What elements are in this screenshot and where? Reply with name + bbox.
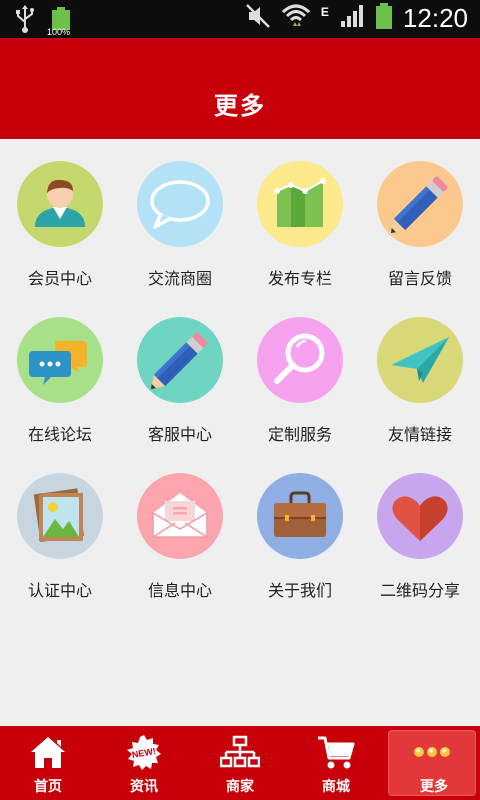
grid-item-label: 信息中心 — [147, 581, 212, 600]
grid-item-chat-circle[interactable]: 交流商圈 — [120, 139, 240, 295]
more-dots-icon — [412, 734, 452, 770]
nav-label: 商家 — [226, 779, 254, 795]
sitemap-icon — [219, 734, 261, 770]
grid-item-label: 认证中心 — [27, 581, 92, 600]
grid-item-customer-service[interactable]: 客服中心 — [120, 295, 240, 451]
grid-item-custom-service[interactable]: 定制服务 — [240, 295, 360, 451]
grid-item-label: 友情链接 — [387, 425, 452, 444]
picture-icon — [17, 473, 103, 559]
grid-item-label: 客服中心 — [147, 425, 212, 444]
battery-percent-label: 100% — [47, 27, 71, 37]
grid-item-message-center[interactable]: 信息中心 — [120, 451, 240, 607]
grid-row: 认证中心 信息中心 关于我们 二维码分享 — [0, 451, 480, 607]
signal-icon — [339, 3, 365, 33]
heart-icon — [377, 473, 463, 559]
grid-item-label: 关于我们 — [267, 581, 332, 600]
chart-icon — [257, 161, 343, 247]
grid-item-friendly-links[interactable]: 友情链接 — [360, 295, 480, 451]
battery-charging-icon: 100% — [47, 7, 72, 37]
grid-item-certification-center[interactable]: 认证中心 — [0, 451, 120, 607]
grid-item-feedback[interactable]: 留言反馈 — [360, 139, 480, 295]
grid-row: 会员中心 交流商圈 发布专栏 留言反馈 — [0, 139, 480, 295]
grid-item-label: 二维码分享 — [379, 581, 460, 600]
cart-icon — [316, 734, 356, 770]
status-time: 12:20 — [402, 2, 468, 33]
envelope-icon — [137, 473, 223, 559]
nav-label: 首页 — [34, 779, 62, 795]
grid-item-label: 发布专栏 — [267, 269, 332, 288]
grid-item-publish-column[interactable]: 发布专栏 — [240, 139, 360, 295]
grid-item-label: 在线论坛 — [27, 425, 92, 444]
nav-label: 更多 — [420, 779, 448, 795]
chat-bubble-icon — [137, 161, 223, 247]
paper-plane-icon — [377, 317, 463, 403]
grid-item-label: 会员中心 — [27, 269, 92, 288]
magnifier-icon — [257, 317, 343, 403]
nav-item-more[interactable]: 更多 — [386, 726, 480, 800]
pencil-icon — [137, 317, 223, 403]
nav-item-mall[interactable]: 商城 — [288, 726, 384, 800]
wifi-icon — [281, 2, 311, 34]
nav-item-merchants[interactable]: 商家 — [192, 726, 288, 800]
mute-icon — [245, 3, 271, 33]
grid-item-about-us[interactable]: 关于我们 — [240, 451, 360, 607]
nav-label: 资讯 — [130, 779, 158, 795]
pencil-icon — [377, 161, 463, 247]
grid-item-label: 交流商圈 — [147, 269, 212, 288]
grid-item-qrcode-share[interactable]: 二维码分享 — [360, 451, 480, 607]
grid-row: 在线论坛 客服中心 定制服务 友情链接 — [0, 295, 480, 451]
grid-item-online-forum[interactable]: 在线论坛 — [0, 295, 120, 451]
usb-icon — [14, 4, 36, 38]
status-bar: 100% E 12:20 — [0, 0, 480, 38]
briefcase-icon — [257, 473, 343, 559]
battery-icon — [375, 2, 393, 34]
new-badge-icon: NEW! — [124, 734, 164, 770]
nav-item-news[interactable]: NEW! 资讯 — [96, 726, 192, 800]
forum-icon — [17, 317, 103, 403]
grid-item-label: 留言反馈 — [387, 269, 452, 288]
page-header: 更多 — [0, 38, 480, 139]
bottom-nav: 首页 NEW! 资讯 商家 商城 更多 — [0, 726, 480, 800]
home-icon — [28, 734, 68, 770]
page-title: 更多 — [214, 92, 266, 120]
nav-label: 商城 — [322, 779, 350, 795]
member-icon — [17, 161, 103, 247]
network-type-label: E — [320, 5, 329, 19]
grid-item-member-center[interactable]: 会员中心 — [0, 139, 120, 295]
grid-item-label: 定制服务 — [267, 425, 332, 444]
nav-item-home[interactable]: 首页 — [0, 726, 96, 800]
